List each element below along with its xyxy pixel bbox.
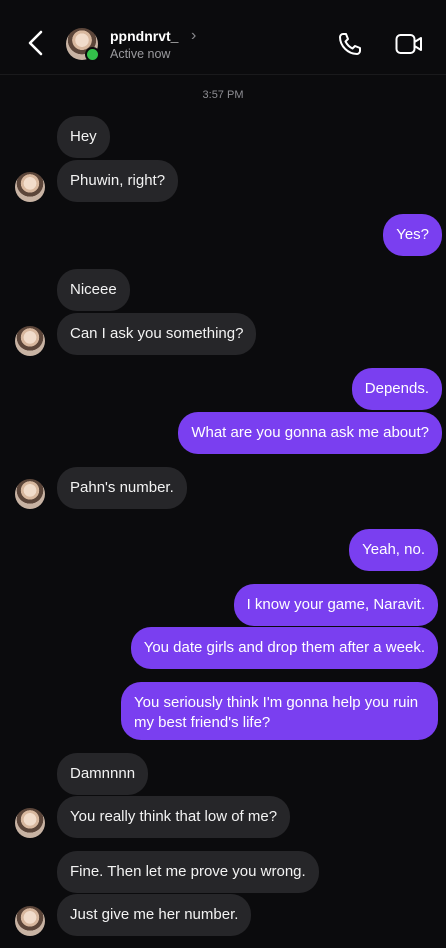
- outgoing-message[interactable]: I know your game, Naravit.: [233, 584, 438, 626]
- incoming-message[interactable]: Just give me her number.: [57, 894, 252, 936]
- outgoing-message[interactable]: You seriously think I'm gonna help you r…: [121, 682, 438, 740]
- incoming-message[interactable]: Pahn's number.: [57, 467, 187, 509]
- avatar[interactable]: [15, 808, 45, 838]
- message-timestamp: 3:57 PM: [202, 89, 244, 101]
- outgoing-message[interactable]: Yeah, no.: [349, 529, 438, 571]
- outgoing-message[interactable]: Depends.: [351, 368, 442, 410]
- incoming-message[interactable]: Niceee: [57, 269, 130, 311]
- outgoing-message[interactable]: You date girls and drop them after a wee…: [130, 627, 438, 669]
- phone-icon[interactable]: [337, 31, 363, 57]
- avatar[interactable]: [15, 479, 45, 509]
- contact-username[interactable]: ppndnrvt_: [110, 28, 178, 44]
- online-status-dot: [85, 47, 100, 62]
- incoming-message[interactable]: Hey: [57, 116, 110, 158]
- profile-avatar[interactable]: [66, 28, 100, 62]
- active-status: Active now: [110, 47, 171, 61]
- outgoing-message[interactable]: What are you gonna ask me about?: [178, 412, 442, 454]
- video-camera-icon[interactable]: [395, 33, 423, 55]
- avatar[interactable]: [15, 172, 45, 202]
- chevron-left-icon[interactable]: [22, 28, 52, 58]
- avatar[interactable]: [15, 326, 45, 356]
- chat-header: ppndnrvt_ › Active now: [0, 0, 446, 75]
- incoming-message[interactable]: Phuwin, right?: [57, 160, 179, 202]
- outgoing-message[interactable]: Yes?: [383, 214, 442, 256]
- chevron-right-icon[interactable]: ›: [191, 27, 196, 45]
- incoming-message[interactable]: You really think that low of me?: [57, 796, 291, 838]
- incoming-message[interactable]: Can I ask you something?: [57, 313, 257, 355]
- incoming-message[interactable]: Fine. Then let me prove you wrong.: [57, 851, 319, 893]
- avatar[interactable]: [15, 906, 45, 936]
- incoming-message[interactable]: Damnnnn: [57, 753, 149, 795]
